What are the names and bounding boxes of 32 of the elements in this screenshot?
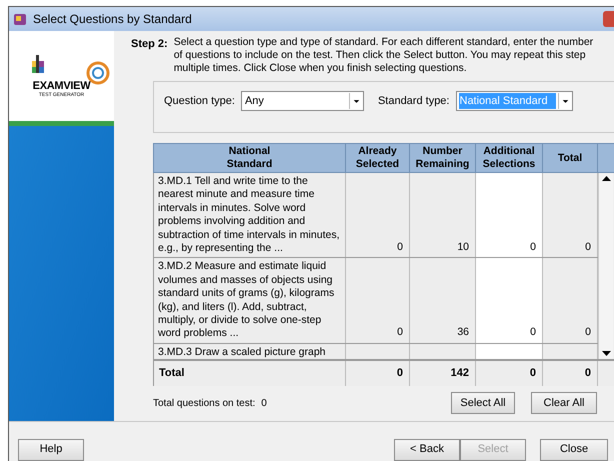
app-icon xyxy=(13,12,27,26)
scroll-down-icon[interactable] xyxy=(602,351,610,357)
total-cell: 0 xyxy=(346,361,410,386)
scrollbar[interactable] xyxy=(598,173,613,359)
column-header: Number Remaining xyxy=(410,144,476,172)
input-cell[interactable]: 0 xyxy=(476,258,543,343)
total-cell: 0 xyxy=(476,361,543,386)
dialog-button[interactable]: Help xyxy=(18,438,84,460)
total-questions-label: Total questions on test: xyxy=(153,396,256,410)
dialog-button[interactable]: Select All xyxy=(451,392,515,414)
logo-brand: EXAMVIEW xyxy=(32,81,90,92)
step-instructions: Select a question type and type of standard. For each different standard, enter the number of questions to include on the test. Then click the Select button. You may repeat this step multiple times. Click Close when you finish selecting questions. xyxy=(174,36,594,75)
dialog-button[interactable]: Clear All xyxy=(531,392,597,414)
close-icon[interactable] xyxy=(603,11,614,27)
total-cell: 142 xyxy=(410,361,476,386)
filter-label: Question type: xyxy=(164,94,235,109)
filter-label: Standard type: xyxy=(378,94,450,109)
column-header: Already Selected xyxy=(346,144,410,172)
scroll-up-icon[interactable] xyxy=(602,175,610,181)
column-header: Additional Selections xyxy=(476,144,543,172)
input-cell[interactable]: 0 xyxy=(476,173,543,258)
step-label: Step 2: xyxy=(131,37,168,52)
dialog-button[interactable]: < Back xyxy=(394,438,460,460)
dialog-button[interactable]: Close xyxy=(540,438,608,460)
total-cell: Total xyxy=(154,361,346,386)
column-header: Total xyxy=(543,144,598,172)
input-cell[interactable] xyxy=(476,344,543,359)
window-title: Select Questions by Standard xyxy=(33,11,192,28)
total-questions-value: 0 xyxy=(261,396,267,410)
total-cell: 0 xyxy=(543,361,598,386)
column-header: National Standard xyxy=(154,144,346,172)
dropdown[interactable]: Any xyxy=(240,91,364,111)
